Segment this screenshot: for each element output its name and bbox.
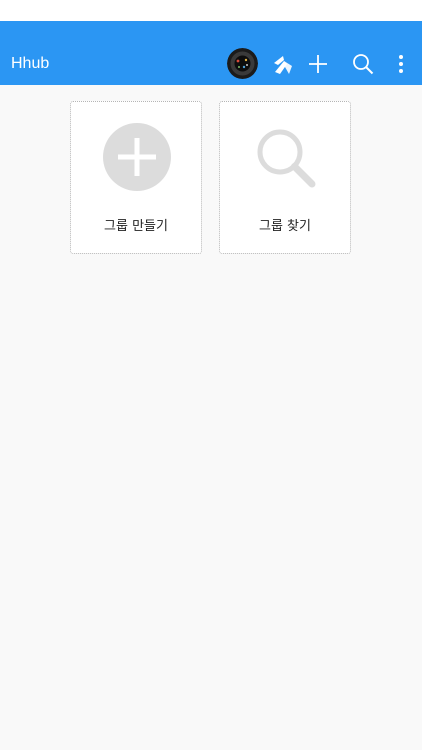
main-content: 그룹 만들기 그룹 찾기 — [0, 85, 422, 750]
search-icon — [251, 122, 321, 192]
find-group-label: 그룹 찾기 — [259, 219, 311, 234]
app-bar: Hhub — [0, 21, 422, 85]
create-group-card[interactable]: 그룹 만들기 — [70, 101, 202, 254]
status-bar — [0, 0, 422, 21]
plus-icon[interactable] — [307, 53, 329, 75]
app-title: Hhub — [11, 55, 50, 72]
create-group-label: 그룹 만들기 — [104, 219, 168, 234]
find-group-card[interactable]: 그룹 찾기 — [219, 101, 351, 254]
hhub-logo-icon[interactable] — [271, 52, 295, 76]
avatar[interactable] — [227, 48, 258, 79]
search-icon[interactable] — [352, 53, 374, 75]
add-circle-icon — [102, 122, 172, 192]
avatar-image — [227, 48, 258, 79]
more-vertical-icon[interactable] — [395, 53, 407, 75]
